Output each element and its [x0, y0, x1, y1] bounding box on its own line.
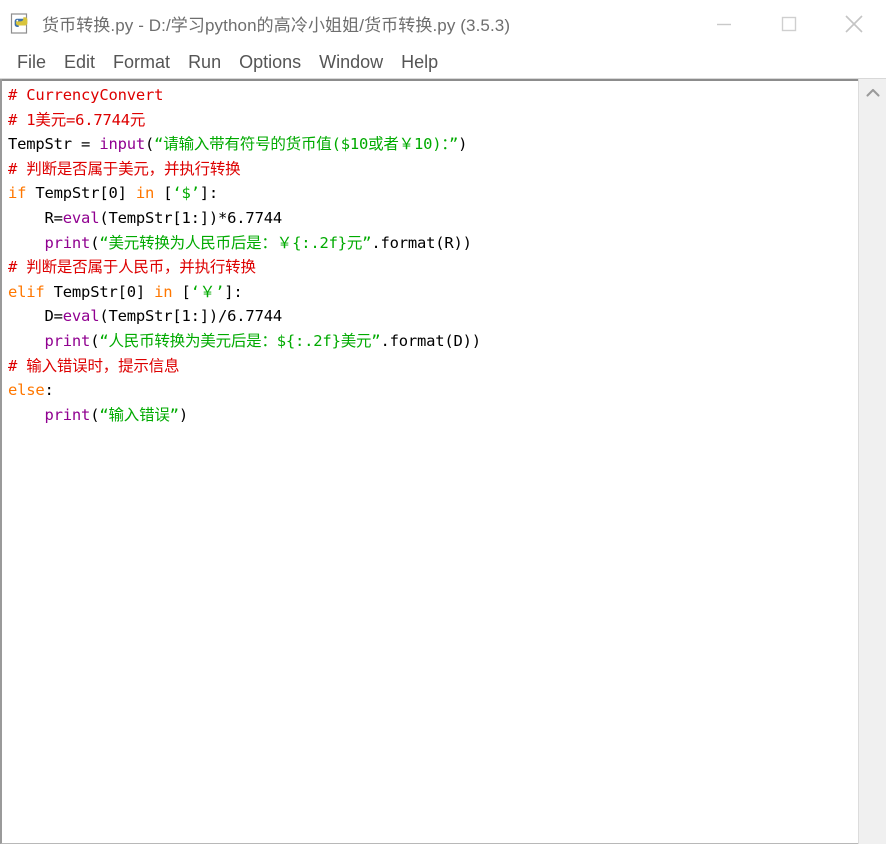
code-editor[interactable]: # CurrencyConvert # 1美元=6.7744元 TempStr = …: [0, 79, 858, 844]
code-token-keyword: in: [135, 184, 155, 203]
code-token-comment: # 1美元=6.7744元: [8, 110, 146, 129]
code-text-area[interactable]: # CurrencyConvert # 1美元=6.7744元 TempStr = …: [2, 83, 858, 843]
code-token-plain: D=: [8, 307, 63, 326]
code-token-plain: (: [145, 135, 155, 154]
code-token-keyword: if: [8, 184, 27, 203]
code-token-keyword: else: [8, 381, 45, 400]
code-token-comment: # 判断是否属于美元，并执行转换: [8, 159, 241, 178]
title-bar-left: 货币转换.py - D:/学习python的高冷小姐姐/货币转换.py (3.5…: [0, 11, 691, 36]
code-token-string: ‘$’: [172, 184, 200, 203]
code-token-plain: [: [172, 282, 191, 301]
code-token-builtin: eval: [62, 208, 100, 227]
code-line: R=eval(TempStr[1:])*6.7744: [8, 206, 858, 231]
code-line: # CurrencyConvert: [8, 83, 858, 108]
vertical-scrollbar[interactable]: [858, 79, 886, 844]
code-line: print(“美元转换为人民币后是：￥{:.2f}元”.format(R)): [8, 231, 858, 256]
code-token-plain: TempStr =: [8, 135, 100, 154]
code-token-string: “人民币转换为美元后是：${:.2f}美元”: [99, 331, 381, 350]
idle-editor-window: 货币转换.py - D:/学习python的高冷小姐姐/货币转换.py (3.5…: [0, 0, 886, 844]
code-token-string: “输入错误”: [99, 405, 179, 424]
code-token-builtin: input: [99, 135, 145, 154]
maximize-button[interactable]: [756, 0, 821, 47]
code-line: # 判断是否属于人民币，并执行转换: [8, 255, 858, 280]
menu-item-options[interactable]: Options: [230, 47, 310, 78]
code-token-builtin: eval: [62, 307, 100, 326]
code-token-plain: .format(R)): [371, 233, 472, 252]
code-token-keyword: elif: [8, 282, 45, 301]
code-token-plain: TempStr[0]: [26, 184, 136, 203]
window-title: 货币转换.py - D:/学习python的高冷小姐姐/货币转换.py (3.5…: [42, 16, 511, 35]
menu-item-edit[interactable]: Edit: [55, 47, 104, 78]
code-line: elif TempStr[0] in [‘￥’]:: [8, 280, 858, 305]
code-token-plain: (: [90, 233, 100, 252]
code-line: TempStr = input(“请输入带有符号的货币值($10或者￥10)：”…: [8, 132, 858, 157]
code-token-plain: R=: [8, 208, 63, 227]
code-token-plain: ): [458, 135, 468, 154]
code-line: D=eval(TempStr[1:])/6.7744: [8, 304, 858, 329]
code-token-string: ‘￥’: [190, 282, 225, 301]
editor-body: # CurrencyConvert # 1美元=6.7744元 TempStr = …: [0, 78, 886, 844]
title-bar: 货币转换.py - D:/学习python的高冷小姐姐/货币转换.py (3.5…: [0, 0, 886, 47]
code-token-plain: (: [90, 331, 100, 350]
code-line: print(“人民币转换为美元后是：${:.2f}美元”.format(D)): [8, 329, 858, 354]
code-token-plain: ): [178, 405, 188, 424]
minimize-button[interactable]: [691, 0, 756, 47]
editor-top-divider: [2, 79, 858, 81]
code-token-plain: [: [154, 184, 173, 203]
code-token-plain: ]:: [224, 282, 243, 301]
code-token-comment: # 判断是否属于人民币，并执行转换: [8, 258, 256, 277]
code-token-plain: ]:: [199, 184, 219, 203]
code-token-keyword: in: [154, 282, 173, 301]
close-button[interactable]: [821, 0, 886, 47]
menu-item-format[interactable]: Format: [104, 47, 179, 78]
code-line: print(“输入错误”): [8, 403, 858, 428]
code-line: # 1美元=6.7744元: [8, 108, 858, 133]
code-token-builtin: print: [44, 405, 91, 424]
code-line: if TempStr[0] in [‘$’]:: [8, 181, 858, 206]
menu-bar: File Edit Format Run Options Window Help: [0, 47, 886, 78]
window-controls: [691, 0, 886, 47]
code-token-string: “美元转换为人民币后是：￥{:.2f}元”: [99, 233, 372, 252]
menu-item-help[interactable]: Help: [392, 47, 447, 78]
code-line: # 输入错误时，提示信息: [8, 354, 858, 379]
code-token-plain: (TempStr[1:])/6.7744: [99, 307, 282, 326]
code-token-comment: # 输入错误时，提示信息: [8, 356, 180, 375]
code-line: # 判断是否属于美元，并执行转换: [8, 157, 858, 182]
code-token-plain: (: [90, 405, 100, 424]
scroll-up-button[interactable]: [859, 79, 886, 107]
code-token-string: “请输入带有符号的货币值($10或者￥10)：”: [154, 135, 459, 154]
code-token-plain: :: [44, 381, 54, 400]
menu-item-run[interactable]: Run: [179, 47, 230, 78]
python-idle-icon: [10, 12, 34, 36]
code-token-plain: .format(D)): [380, 331, 481, 350]
code-line: else:: [8, 378, 858, 403]
menu-item-window[interactable]: Window: [310, 47, 392, 78]
scroll-track[interactable]: [858, 107, 886, 844]
code-token-plain: TempStr[0]: [44, 282, 155, 301]
code-token-plain: (TempStr[1:])*6.7744: [99, 208, 282, 227]
code-token-builtin: print: [44, 233, 91, 252]
code-token-comment: # CurrencyConvert: [8, 86, 164, 104]
code-token-builtin: print: [44, 331, 91, 350]
menu-item-file[interactable]: File: [8, 47, 55, 78]
